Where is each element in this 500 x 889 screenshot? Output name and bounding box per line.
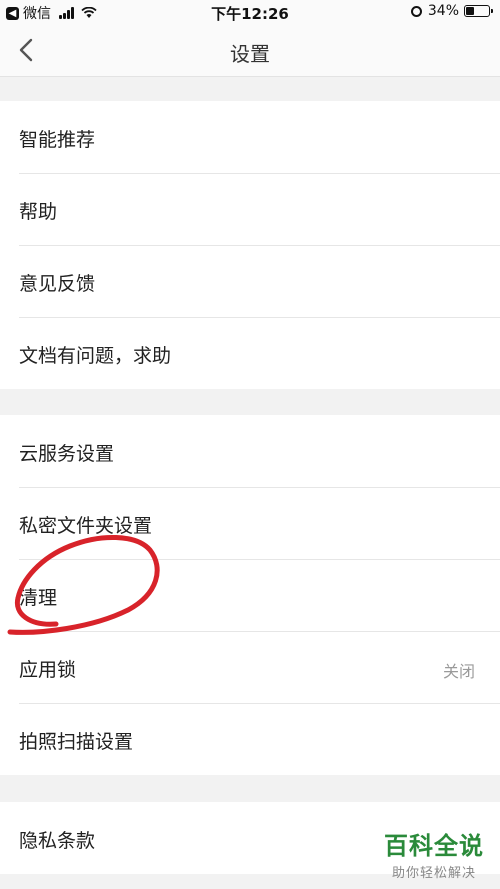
row-label: 拍照扫描设置 [19, 731, 134, 753]
battery-icon [464, 5, 493, 17]
app-lock-status: 关闭 [442, 662, 475, 681]
page-title: 设置 [230, 42, 270, 66]
settings-row-help[interactable]: 帮助 [0, 173, 500, 245]
row-label: 隐私条款 [19, 830, 96, 852]
settings-row-feedback[interactable]: 意见反馈 [0, 245, 500, 317]
watermark-subtitle: 助你轻松解决 [391, 866, 476, 881]
rotation-lock-icon [410, 5, 422, 17]
status-bar: ◀ 微信 下午12:26 34% [0, 0, 500, 24]
settings-row-scan-settings[interactable]: 拍照扫描设置 [0, 703, 500, 775]
settings-row-app-lock[interactable]: 应用锁 关闭 [0, 631, 500, 703]
row-label: 意见反馈 [19, 273, 96, 295]
row-label: 应用锁 [19, 659, 77, 681]
settings-row-cloud-service[interactable]: 云服务设置 [0, 415, 500, 487]
battery-percent: 34% [427, 3, 459, 19]
watermark-title: 百科全说 [384, 832, 484, 860]
row-label: 智能推荐 [19, 129, 96, 151]
annotation-circle [7, 535, 160, 635]
status-right: 34% [410, 3, 493, 19]
row-label: 云服务设置 [19, 443, 115, 465]
row-label: 帮助 [19, 201, 58, 223]
nav-bar: 设置 [0, 24, 500, 77]
battery-fill [466, 7, 475, 15]
watermark: 百科全说 助你轻松解决 [384, 826, 484, 881]
row-label: 文档有问题，求助 [19, 345, 172, 367]
settings-row-document-help[interactable]: 文档有问题，求助 [0, 317, 500, 389]
settings-row-smart-recommend[interactable]: 智能推荐 [0, 101, 500, 173]
settings-group-general: 智能推荐 帮助 意见反馈 文档有问题，求助 [0, 101, 500, 389]
